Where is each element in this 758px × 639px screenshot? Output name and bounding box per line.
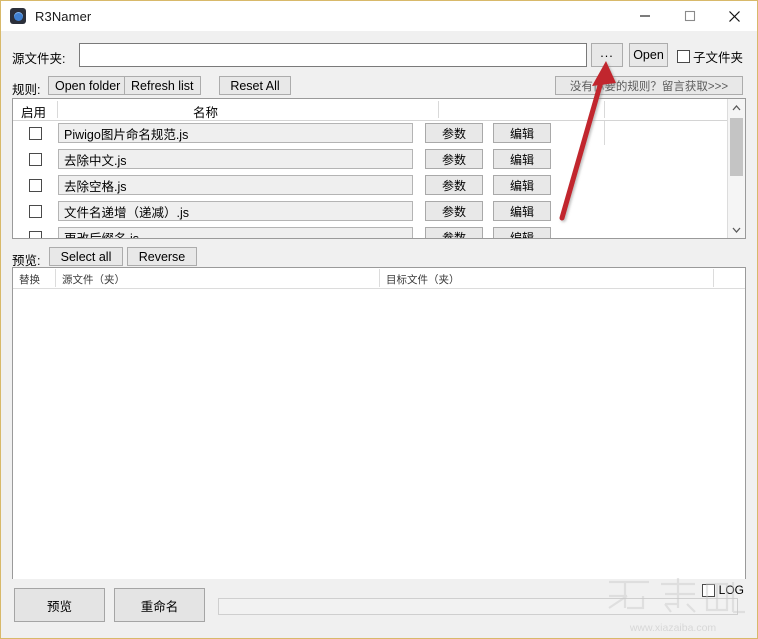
bottom-bar: 预览 重命名 LOG (1, 579, 757, 638)
reset-all-button[interactable]: Reset All (219, 76, 291, 95)
rule-row: 去除中文.js 参数 编辑 (13, 146, 729, 172)
rule-edit-button[interactable]: 编辑 (493, 175, 551, 195)
rules-scrollbar[interactable] (727, 99, 745, 238)
rule-edit-button[interactable]: 编辑 (493, 227, 551, 238)
rule-name-field[interactable]: 更改后缀名.js (58, 227, 413, 238)
rule-enable-checkbox[interactable] (29, 178, 42, 192)
rules-list-body: Piwigo图片命名规范.js 参数 编辑 去除中文.js 参数 编辑 去除空格.js 参数编… (13, 120, 729, 238)
rule-edit-button[interactable]: 编辑 (493, 201, 551, 221)
open-button[interactable]: Open (629, 43, 668, 67)
preview-column-header-source: 源文件（夹） (62, 274, 125, 286)
preview-column-header-target: 目标文件（夹） (386, 274, 460, 286)
select-all-button[interactable]: Select all (49, 247, 123, 266)
subfolder-checkbox-group[interactable]: 子文件夹 (677, 47, 743, 66)
header-divider (438, 101, 439, 118)
rule-enable-cell (13, 178, 58, 192)
rule-enable-cell (13, 152, 58, 166)
progress-bar (218, 598, 738, 615)
log-checkbox[interactable] (701, 583, 715, 597)
log-checkbox-group[interactable]: LOG (701, 583, 744, 597)
preview-header-divider (55, 269, 56, 287)
maximize-button[interactable] (667, 1, 712, 31)
header-divider (57, 101, 58, 118)
rename-button[interactable]: 重命名 (114, 588, 205, 622)
rule-enable-checkbox[interactable] (29, 230, 42, 238)
rule-params-button[interactable]: 参数 (425, 123, 483, 143)
rules-toolbar: 规则: Open folder Refresh list Reset All 没… (1, 76, 757, 97)
minimize-button[interactable] (622, 1, 667, 31)
window-title: R3Namer (35, 8, 92, 24)
preview-header-divider (379, 269, 380, 287)
source-folder-row: 源文件夹: ... Open 子文件夹 (1, 43, 757, 69)
rule-enable-cell (13, 204, 58, 218)
app-icon-glyph (13, 11, 23, 21)
rule-row: 去除空格.js 参数 编辑 (13, 172, 729, 198)
rule-enable-checkbox[interactable] (29, 204, 42, 218)
rule-enable-cell (13, 126, 58, 140)
preview-toolbar: 预览: Select all Reverse (1, 247, 757, 268)
window-controls (622, 1, 757, 31)
scrollbar-thumb[interactable] (730, 118, 743, 176)
rule-name-field[interactable]: 去除中文.js (58, 149, 413, 169)
rule-params-button[interactable]: 参数 (425, 175, 483, 195)
promo-button[interactable]: 没有你要的规则？留言获取>>> (555, 76, 743, 95)
preview-action-button[interactable]: 预览 (14, 588, 105, 622)
header-divider (604, 101, 605, 118)
subfolder-label: 子文件夹 (693, 51, 744, 65)
rule-row: 更改后缀名.js 参数 编辑 (13, 224, 729, 238)
rule-edit-button[interactable]: 编辑 (493, 123, 551, 143)
rule-name-field[interactable]: 去除空格.js (58, 175, 413, 195)
log-label: LOG (718, 583, 744, 597)
preview-column-header-replace: 替换 (19, 274, 40, 286)
rule-params-button[interactable]: 参数 (425, 227, 483, 238)
title-bar: R3Namer (1, 1, 757, 31)
app-icon (10, 8, 26, 24)
rule-name-field[interactable]: Piwigo图片命名规范.js (58, 123, 413, 143)
reverse-button[interactable]: Reverse (127, 247, 197, 266)
refresh-list-button[interactable]: Refresh list (124, 76, 201, 95)
source-folder-input[interactable] (79, 43, 587, 67)
rule-row: Piwigo图片命名规范.js 参数 编辑 (13, 120, 729, 146)
rule-params-button[interactable]: 参数 (425, 149, 483, 169)
column-header-enable: 启用 (21, 106, 47, 120)
source-folder-label: 源文件夹: (12, 52, 66, 66)
rules-label: 规则: (12, 83, 41, 97)
subfolder-checkbox[interactable] (677, 50, 690, 63)
rule-name-field[interactable]: 文件名递增（递减）.js (58, 201, 413, 221)
app-window: R3Namer 源文件夹: ... Open 子文件夹 规则: Open fol… (0, 0, 758, 639)
preview-table-panel: 替换 源文件（夹） 目标文件（夹） (12, 267, 746, 579)
close-button[interactable] (712, 1, 757, 31)
rule-enable-checkbox[interactable] (29, 152, 42, 166)
open-folder-button[interactable]: Open folder (48, 76, 128, 95)
preview-header-divider (713, 269, 714, 287)
rule-enable-cell (13, 230, 58, 238)
rule-row: 文件名递增（递减）.js 参数 编辑 (13, 198, 729, 224)
chevron-down-icon[interactable] (728, 221, 745, 238)
preview-table-body (13, 289, 745, 579)
browse-button[interactable]: ... (591, 43, 623, 67)
rules-list-header: 启用 名称 (13, 99, 745, 121)
column-header-name: 名称 (193, 106, 219, 120)
chevron-up-icon[interactable] (728, 99, 745, 116)
rule-edit-button[interactable]: 编辑 (493, 149, 551, 169)
rule-enable-checkbox[interactable] (29, 126, 42, 140)
preview-table-header: 替换 源文件（夹） 目标文件（夹） (13, 268, 745, 289)
rule-params-button[interactable]: 参数 (425, 201, 483, 221)
rules-list-panel: 启用 名称 Piwigo图片命名规范.js 参数 编辑 去除中文.js 参数 编辑 去除空格… (12, 98, 746, 239)
